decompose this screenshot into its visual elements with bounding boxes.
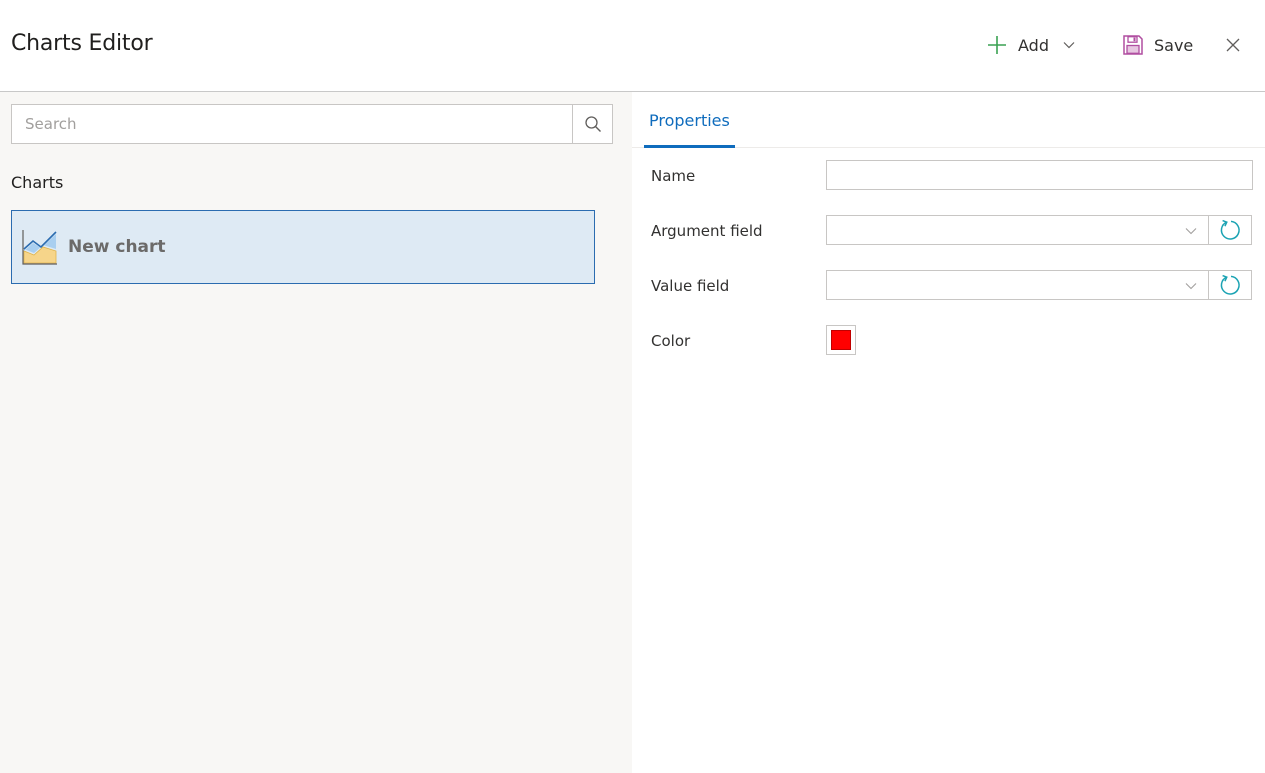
value-field-label: Value field	[651, 277, 730, 295]
value-field-refresh-button[interactable]	[1208, 270, 1252, 300]
search-box	[11, 104, 613, 144]
plus-icon	[988, 36, 1006, 54]
argument-field-label: Argument field	[651, 222, 763, 240]
color-swatch-fill	[831, 330, 851, 350]
tab-properties-label: Properties	[649, 110, 730, 130]
tab-properties[interactable]: Properties	[644, 92, 735, 148]
close-button[interactable]	[1224, 36, 1242, 54]
charts-list-pane: Charts New chart	[0, 92, 632, 773]
argument-field-refresh-button[interactable]	[1208, 215, 1252, 245]
value-field-select[interactable]	[826, 270, 1209, 300]
color-label: Color	[651, 332, 691, 350]
charts-heading: Charts	[11, 173, 64, 192]
search-icon	[584, 116, 601, 132]
close-icon	[1226, 38, 1240, 52]
save-button-label: Save	[1154, 35, 1194, 55]
header: Charts Editor Add Save	[0, 0, 1265, 92]
list-item-label: New chart	[68, 237, 166, 257]
search-input[interactable]	[12, 105, 572, 143]
refresh-icon	[1220, 219, 1240, 240]
chevron-down-icon[interactable]	[1062, 38, 1076, 52]
properties-pane: Properties Name Argument field Value fie…	[632, 92, 1265, 773]
argument-field-select[interactable]	[826, 215, 1209, 245]
name-label: Name	[651, 167, 696, 185]
list-item-new-chart[interactable]: New chart	[11, 210, 595, 284]
save-button[interactable]: Save	[1122, 32, 1193, 58]
add-button-label: Add	[1018, 35, 1049, 55]
search-button[interactable]	[572, 105, 612, 143]
refresh-icon	[1220, 274, 1240, 295]
name-field[interactable]	[826, 160, 1253, 190]
chevron-down-icon	[1185, 283, 1197, 290]
line-area-chart-icon	[22, 230, 57, 265]
tab-active-indicator	[644, 145, 735, 148]
floppy-disk-icon	[1123, 35, 1143, 55]
tab-bar: Properties	[632, 92, 1265, 148]
add-button[interactable]: Add	[986, 32, 1076, 58]
color-picker[interactable]	[826, 325, 856, 355]
page-title: Charts Editor	[11, 31, 153, 56]
chevron-down-icon	[1185, 228, 1197, 235]
